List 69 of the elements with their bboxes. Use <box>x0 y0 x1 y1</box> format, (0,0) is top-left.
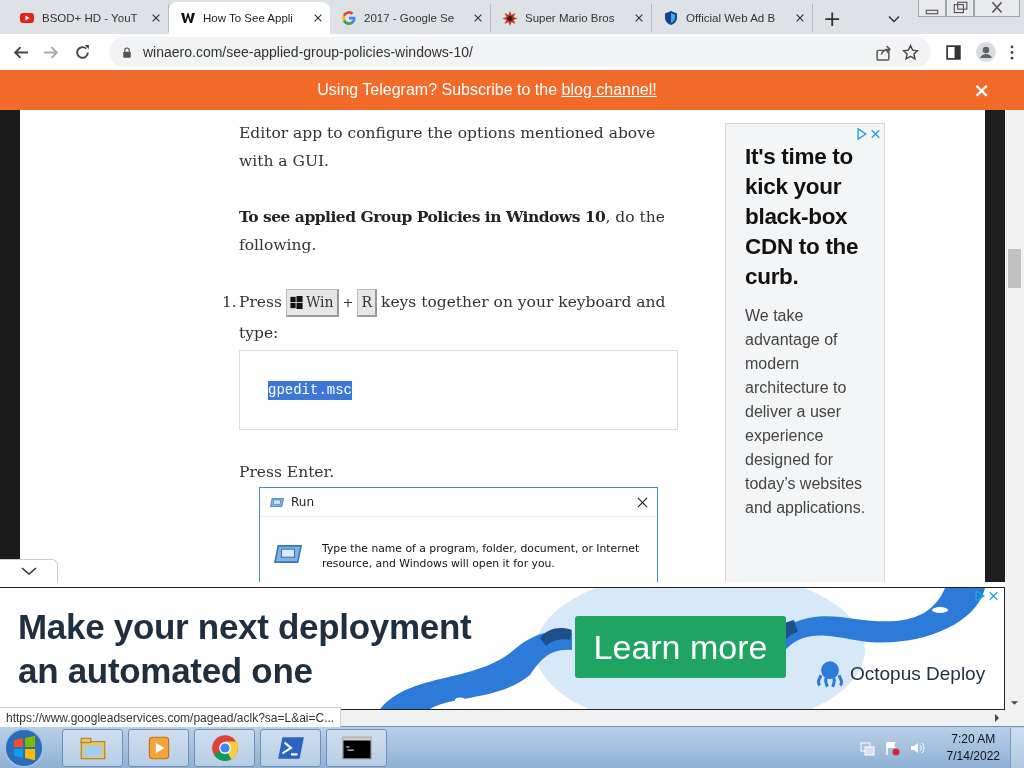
code-text: gpedit.msc <box>268 380 352 400</box>
chevron-down-icon <box>20 567 37 575</box>
restore-icon[interactable] <box>946 0 974 17</box>
keyboard-key: R <box>357 288 377 317</box>
address-bar[interactable]: winaero.com/see-applied-group-policies-windows-10/ <box>109 37 931 67</box>
step-text: Press <box>239 292 282 313</box>
banner-text: Using Telegram? Subscribe to the blog channel! <box>317 81 657 99</box>
scrollbar-thumb[interactable] <box>1008 249 1021 288</box>
tab-title: BSOD+ HD - YouT <box>42 12 139 24</box>
windows-logo-icon <box>289 295 303 309</box>
menu-icon[interactable] <box>1010 44 1014 60</box>
clock[interactable]: 7:20 AM 7/14/2022 <box>946 730 1000 765</box>
vertical-scrollbar[interactable] <box>1005 110 1024 726</box>
reload-icon[interactable] <box>74 43 91 61</box>
browser-tab[interactable]: Official Web Ad B <box>652 4 813 32</box>
taskbar-button[interactable] <box>326 728 387 767</box>
url-text: winaero.com/see-applied-group-policies-windows-10/ <box>143 44 473 60</box>
share-icon[interactable] <box>875 43 892 61</box>
clock-time: 7:20 AM <box>951 730 996 748</box>
ad-choices-icon[interactable] <box>856 128 867 140</box>
plus-sign: + <box>342 294 354 312</box>
close-icon[interactable] <box>313 13 323 23</box>
ad-headline: It's time to kick your black-box CDN to the curb. <box>745 143 860 291</box>
w-logo-icon <box>180 10 196 26</box>
octopus-logo-icon <box>816 660 844 688</box>
play-logo-icon <box>19 10 35 26</box>
star-icon[interactable] <box>902 43 919 61</box>
new-tab-button[interactable]: + <box>813 4 852 34</box>
scroll-down-icon[interactable] <box>1010 700 1019 706</box>
scroll-right-icon[interactable] <box>994 713 1000 723</box>
chevron-down-icon[interactable] <box>888 15 900 23</box>
burst-icon <box>502 10 518 26</box>
g-logo-icon <box>341 10 357 26</box>
browser-tab[interactable]: How To See Appli <box>169 2 330 34</box>
paragraph: Editor app to configure the options mentioned above with a GUI. <box>239 123 657 172</box>
keyboard-key: Win <box>285 288 339 317</box>
link-url-tooltip: https://www.googleadservices.com/pagead/aclk?sa=L&ai=C... <box>0 707 342 727</box>
ad-headline: Make your next deployment an automated one <box>17 605 473 692</box>
profile-icon[interactable] <box>976 42 996 62</box>
dialog-title: Run <box>291 494 314 511</box>
browser-tab[interactable]: 2017 - Google Se <box>330 4 491 32</box>
brand-name: Octopus Deploy <box>850 663 986 685</box>
close-icon[interactable] <box>795 13 805 23</box>
tab-title: Super Mario Bros <box>525 12 616 24</box>
shield-icon <box>663 10 679 26</box>
close-icon[interactable] <box>151 13 161 23</box>
clock-date: 7/14/2022 <box>946 747 1000 765</box>
close-icon[interactable] <box>634 13 644 23</box>
ad-choices-icon[interactable] <box>974 590 985 602</box>
run-app-icon <box>269 495 285 509</box>
step-text: type: <box>239 323 279 344</box>
tab-title: How To See Appli <box>203 12 294 24</box>
step-text: keys together on your keyboard and <box>381 292 666 313</box>
close-icon[interactable] <box>637 496 648 508</box>
lock-icon <box>121 45 133 59</box>
minimize-icon[interactable] <box>918 0 946 17</box>
dialog-text: Type the name of a program, folder, document, or Internet resource, and Windows will open it for you. <box>322 541 641 571</box>
ad-text: We take advantage of modern architecture to deliver a user experience designed for today’s websites and applications. <box>745 306 867 518</box>
tab-title: Official Web Ad B <box>686 12 777 24</box>
tab-title: 2017 - Google Se <box>364 12 456 24</box>
side-panel-icon[interactable] <box>945 43 962 61</box>
paragraph: To see applied Group Policies in Windows 10, do the following. <box>239 206 666 256</box>
close-icon[interactable] <box>473 13 483 23</box>
flag-icon[interactable] <box>883 739 900 756</box>
chrome-icon <box>209 732 240 763</box>
start-button-icon[interactable] <box>4 727 44 768</box>
list-number: 1. <box>222 292 238 313</box>
browser-tab[interactable]: Super Mario Bros <box>491 4 652 32</box>
paragraph: Press Enter. <box>239 462 336 483</box>
